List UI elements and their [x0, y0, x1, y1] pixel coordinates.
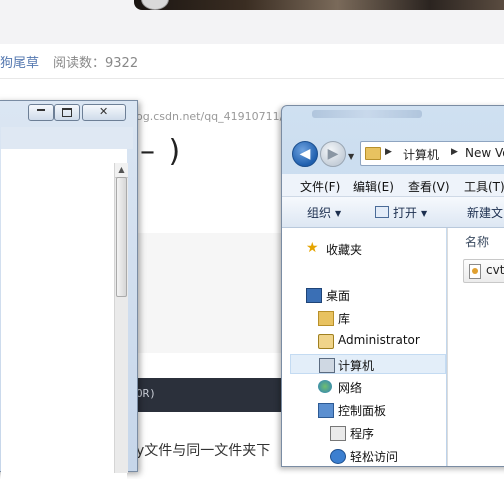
tree-item-label: 收藏夹 [326, 243, 363, 257]
tree-item-label: 程序 [350, 427, 375, 441]
maximize-button[interactable] [54, 104, 80, 121]
ease-of-access-icon [330, 449, 346, 464]
breadcrumb-arrow-icon[interactable]: ▶ [385, 147, 392, 157]
menu-tools[interactable]: 工具(T) [464, 178, 504, 195]
close-icon: ✕ [99, 105, 109, 118]
window-title-blurred [312, 110, 422, 118]
open-label: 打开 [393, 206, 418, 220]
explorer-window: ◀ ▶ ▼ ▶ 计算机 ▶ New Vo 文件(F) 编辑(E) 查看(V) 工… [281, 105, 504, 467]
breadcrumb-computer[interactable]: 计算机 [403, 146, 439, 163]
file-item[interactable]: cvt [463, 259, 504, 283]
code-text: OR) [136, 387, 156, 400]
article-meta: 狗尾草 阅读数：9322 [0, 52, 138, 71]
control-panel-icon [318, 403, 334, 418]
file-list-pane: 名称 cvt [447, 228, 504, 466]
chevron-down-icon: ▼ [421, 209, 428, 218]
menu-file[interactable]: 文件(F) [300, 178, 340, 195]
forward-button[interactable]: ▶ [320, 141, 346, 167]
menu-view[interactable]: 查看(V) [408, 178, 450, 195]
tree-item-label: 计算机 [338, 359, 375, 373]
open-icon [375, 206, 389, 218]
open-button[interactable]: 打开 ▼ [375, 204, 427, 221]
navigation-pane: ★ 收藏夹 桌面 库 Administrator 计算机 网络 控制面板 程序 … [282, 228, 446, 466]
history-dropdown-icon[interactable]: ▼ [348, 152, 354, 161]
programs-icon [330, 426, 346, 441]
meta-divider [0, 78, 504, 79]
scroll-up-icon[interactable]: ▲ [115, 163, 128, 178]
minimize-icon [37, 109, 45, 111]
favorites-star-icon: ★ [306, 240, 319, 256]
user-folder-icon [318, 334, 334, 349]
code-block-light [136, 233, 284, 353]
library-icon [318, 311, 334, 326]
computer-icon [319, 358, 335, 373]
article-title-fragment: – ) [140, 134, 183, 169]
new-folder-button[interactable]: 新建文 [467, 204, 503, 221]
left-window-content [1, 149, 127, 479]
desktop-icon [306, 288, 322, 303]
tree-item-computer[interactable]: 计算机 [290, 354, 446, 374]
command-bar: 组织 ▼ 打开 ▼ 新建文 [282, 197, 504, 228]
back-arrow-icon: ◀ [299, 146, 311, 162]
tree-item-label: Administrator [338, 333, 420, 347]
network-icon [318, 380, 332, 393]
folder-icon [365, 147, 381, 160]
menu-edit[interactable]: 编辑(E) [353, 178, 394, 195]
close-button[interactable]: ✕ [82, 104, 126, 121]
back-button[interactable]: ◀ [292, 141, 318, 167]
read-count: 阅读数：9322 [53, 56, 139, 71]
organize-label: 组织 [307, 206, 332, 220]
article-body-text: y文件与同一文件夹下 [136, 443, 271, 459]
left-window-toolbar [1, 127, 133, 149]
file-name: cvt [486, 263, 504, 277]
breadcrumb-arrow-icon[interactable]: ▶ [451, 147, 458, 157]
watermark-url: og.csdn.net/qq_41910711/ [136, 110, 284, 123]
left-window: ✕ ▲ [0, 100, 138, 479]
tree-item-label: 控制面板 [338, 404, 387, 418]
column-header-name[interactable]: 名称 [465, 233, 489, 250]
vertical-scrollbar[interactable]: ▲ [114, 163, 128, 473]
python-file-icon [469, 264, 481, 279]
minimize-button[interactable] [28, 104, 54, 121]
code-block-dark: OR) [136, 378, 284, 412]
tree-item-label: 桌面 [326, 289, 351, 303]
tree-item-label: 网络 [338, 381, 363, 395]
address-bar[interactable]: ▶ 计算机 ▶ New Vo [360, 141, 504, 166]
author-link[interactable]: 狗尾草 [0, 56, 39, 71]
forward-arrow-icon: ▶ [327, 146, 339, 162]
scrollbar-thumb[interactable] [116, 177, 127, 297]
maximize-icon [62, 108, 72, 117]
breadcrumb-folder[interactable]: New Vo [465, 146, 504, 160]
tree-item-label: 库 [338, 312, 351, 326]
organize-button[interactable]: 组织 ▼ [307, 204, 341, 221]
header-banner-image [134, 0, 504, 10]
menu-bar: 文件(F) 编辑(E) 查看(V) 工具(T) [282, 174, 504, 197]
chevron-down-icon: ▼ [335, 209, 342, 218]
tree-item-label: 轻松访问 [350, 450, 399, 464]
